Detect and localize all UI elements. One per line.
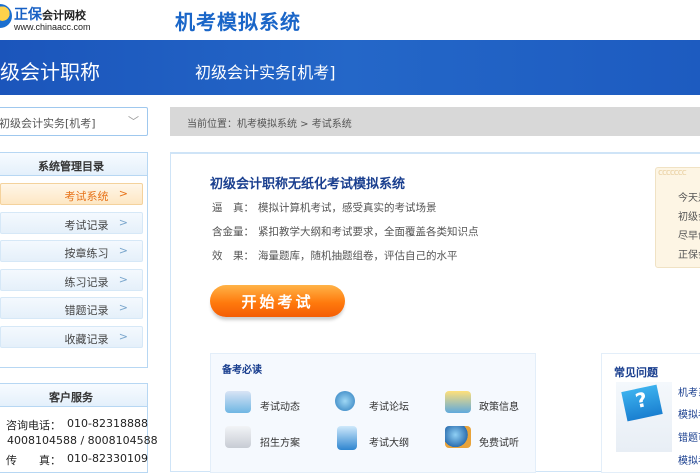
menu-label: 收藏记录 xyxy=(64,333,109,346)
sidebar-title: 系统管理目录 xyxy=(0,153,147,176)
certificate-icon xyxy=(225,426,251,448)
subject-select-value: 初级会计实务[机考] xyxy=(0,117,96,130)
study-essentials-box: 备考必读 考试动态 考试论坛 政策信息 招生方案 考试大纲 免费试听 xyxy=(210,353,536,473)
feature-effect: 效 果： 海量题库，随机抽题组卷，评估自己的水平 xyxy=(212,248,458,263)
faq-link[interactable]: 错题可 xyxy=(678,429,700,444)
faq-link[interactable]: 机考系 xyxy=(678,384,700,399)
note-line: 尽早创 xyxy=(678,231,700,242)
header xyxy=(0,0,700,40)
notepad: ccccccc 今天是 初级会 尽早创 正保会 xyxy=(655,167,700,268)
question-mark-icon: ? xyxy=(616,382,672,452)
notepad-rings: ccccccc xyxy=(658,168,687,178)
sidebar-item-exam-records[interactable]: 考试记录 > xyxy=(0,212,143,234)
breadcrumb: 当前位置：机考模拟系统 > 考试系统 xyxy=(170,107,700,136)
menu-label: 错题记录 xyxy=(64,304,109,317)
logo-brand: 正保 xyxy=(14,7,42,23)
chevron-right-icon: > xyxy=(118,273,128,286)
link-enrollment-plan[interactable]: 招生方案 xyxy=(260,434,300,449)
chevron-down-icon: ﹀ xyxy=(128,115,139,128)
menu-label: 考试记录 xyxy=(64,219,109,232)
faq-title: 常见问题 xyxy=(614,366,658,379)
menu-label: 考试系统 xyxy=(64,190,109,203)
start-exam-button[interactable]: 开始考试 xyxy=(210,285,345,317)
faq-box: 常见问题 ? 机考系 模拟考 错题可 模拟考 xyxy=(601,353,700,473)
fax-number: 010-82330109 xyxy=(67,452,148,465)
feature-value: 紧扣教学大纲和考试要求，全面覆盖各类知识点 xyxy=(258,226,479,238)
faq-link[interactable]: 模拟考 xyxy=(678,452,700,467)
feature-realistic: 逼 真： 模拟计算机考试，感受真实的考试场景 xyxy=(212,200,437,215)
service-title: 客户服务 xyxy=(0,384,147,407)
banner xyxy=(0,40,700,95)
phone-number: 010-82318888 xyxy=(67,417,148,430)
subject-select[interactable]: 初级会计实务[机考] ﹀ xyxy=(0,107,148,136)
customer-service-panel: 客户服务 咨询电话： 010-82318888 4008104588 / 800… xyxy=(0,383,158,473)
sidebar-item-chapter-practice[interactable]: 按章练习 > xyxy=(0,240,143,262)
banner-subject: 初级会计实务[机考] xyxy=(195,63,336,82)
app-title: 机考模拟系统 xyxy=(175,10,301,34)
menu-label: 练习记录 xyxy=(64,276,109,289)
banner-category: 级会计职称 xyxy=(0,60,100,84)
syllabus-book-icon xyxy=(337,426,357,450)
feature-value-content: 含金量： 紧扣教学大纲和考试要求，全面覆盖各类知识点 xyxy=(212,224,479,239)
news-folder-icon xyxy=(225,391,251,413)
sidebar-item-wrong-records[interactable]: 错题记录 > xyxy=(0,297,143,319)
forum-disc-icon xyxy=(335,391,355,411)
sidebar-item-favorites[interactable]: 收藏记录 > xyxy=(0,326,143,348)
menu-label: 按章练习 xyxy=(64,247,109,260)
link-exam-forum[interactable]: 考试论坛 xyxy=(369,398,409,413)
link-policy-info[interactable]: 政策信息 xyxy=(479,398,519,413)
sidebar-item-practice-records[interactable]: 练习记录 > xyxy=(0,269,143,291)
link-exam-news[interactable]: 考试动态 xyxy=(260,398,300,413)
feature-key: 逼 真： xyxy=(212,202,254,214)
feature-key: 含金量： xyxy=(212,226,254,238)
fax-label: 传 真： xyxy=(6,454,61,467)
chevron-right-icon: > xyxy=(118,330,128,343)
note-line: 正保会 xyxy=(678,250,700,261)
link-exam-syllabus[interactable]: 考试大纲 xyxy=(369,434,409,449)
logo-url: www.chinaacc.com xyxy=(14,22,91,32)
note-line: 初级会 xyxy=(678,212,700,223)
sidebar-menu: 系统管理目录 考试系统 > 考试记录 > 按章练习 > 练习记录 > 错题记录 > 收藏记… xyxy=(0,152,148,368)
sidebar-item-exam-system[interactable]: 考试系统 > xyxy=(0,183,143,205)
feature-key: 效 果： xyxy=(212,250,254,262)
note-line: 今天是 xyxy=(678,193,700,204)
faq-link[interactable]: 模拟考 xyxy=(678,406,700,421)
phone-label: 咨询电话： xyxy=(6,419,61,432)
star-folder-icon xyxy=(445,391,471,413)
feature-value: 模拟计算机考试，感受真实的考试场景 xyxy=(258,202,437,214)
logo[interactable]: 正保会计网校 xyxy=(14,4,86,24)
main-title: 初级会计职称无纸化考试模拟系统 xyxy=(210,177,406,192)
hotline: 4008104588 / 8008104588 xyxy=(7,434,158,447)
audio-globe-icon xyxy=(445,426,471,448)
chevron-right-icon: > xyxy=(118,301,128,314)
feature-value: 海量题库，随机抽题组卷，评估自己的水平 xyxy=(258,250,458,262)
link-free-trial[interactable]: 免费试听 xyxy=(479,434,519,449)
chevron-right-icon: > xyxy=(118,244,128,257)
chevron-right-icon: > xyxy=(118,187,128,200)
logo-school: 会计网校 xyxy=(42,9,86,22)
chevron-right-icon: > xyxy=(118,216,128,229)
study-title: 备考必读 xyxy=(222,365,262,376)
